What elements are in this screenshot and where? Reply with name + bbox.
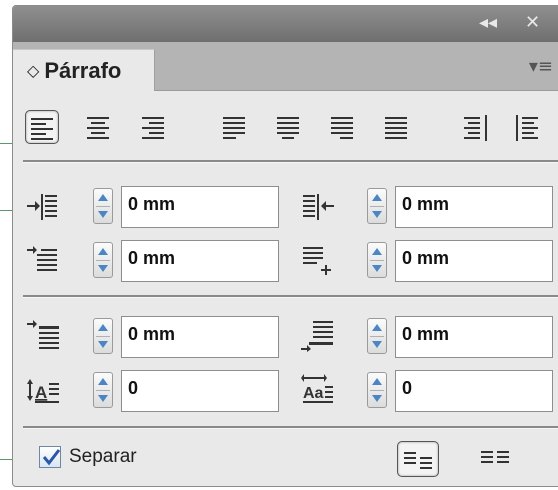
split-column-button[interactable] [475, 441, 517, 477]
panel-titlebar[interactable]: ◂◂ ✕ [13, 6, 558, 42]
svg-text:Aa: Aa [303, 385, 324, 402]
hyphenate-checkbox[interactable] [39, 446, 61, 468]
justify-left-button[interactable] [217, 110, 251, 144]
close-panel-icon[interactable]: ✕ [525, 12, 540, 33]
space-after-input[interactable]: 0 mm [395, 316, 553, 358]
space-before-icon [27, 320, 59, 349]
tab-arrows-icon: ◇ [27, 61, 40, 80]
panel-tab-row: ◇ Párrafo ▾≡ [13, 42, 558, 91]
align-away-from-spine-button[interactable] [511, 110, 545, 144]
separator [23, 295, 558, 298]
right-indent-input[interactable]: 0 mm [395, 186, 553, 228]
hyphenate-label: Separar [69, 446, 137, 467]
align-left-icon [31, 118, 53, 140]
first-line-indent-icon [27, 246, 57, 271]
alignment-toolbar [13, 104, 558, 154]
align-right-button[interactable] [135, 110, 169, 144]
left-indent-input[interactable]: 0 mm [121, 186, 279, 228]
indent-row: 0 mm 0 mm [13, 236, 558, 284]
last-line-indent-icon [303, 247, 331, 275]
justify-right-button[interactable] [325, 110, 359, 144]
tab-parrafo[interactable]: ◇ Párrafo [13, 49, 155, 91]
paragraph-spans-column-icon [404, 452, 432, 469]
spacing-row: 0 mm 0 mm [13, 312, 558, 360]
space-after-stepper[interactable] [367, 318, 387, 354]
justify-left-icon [223, 117, 245, 139]
justify-right-icon [331, 117, 353, 139]
separator [23, 426, 558, 429]
align-toward-spine-button[interactable] [459, 110, 493, 144]
drop-cap-lines-stepper[interactable] [93, 372, 113, 408]
right-indent-icon [303, 194, 334, 220]
drop-cap-chars-icon: Aa [301, 374, 333, 403]
panel-menu-icon[interactable]: ▾≡ [529, 56, 553, 77]
align-toward-spine-icon [464, 115, 487, 141]
drop-cap-chars-input[interactable]: 0 [395, 370, 553, 412]
drop-cap-row: A 0 Aa 0 [13, 366, 558, 414]
left-indent-icon [27, 194, 57, 220]
align-away-from-spine-icon [516, 115, 538, 141]
space-before-input[interactable]: 0 mm [121, 316, 279, 358]
collapse-panel-icon[interactable]: ◂◂ [479, 12, 497, 33]
indent-row: 0 mm 0 mm [13, 182, 558, 230]
separator [23, 160, 558, 163]
justify-center-icon [277, 117, 299, 139]
left-indent-stepper[interactable] [93, 188, 113, 224]
first-line-indent-input[interactable]: 0 mm [121, 240, 279, 282]
align-center-button[interactable] [81, 110, 115, 144]
drop-cap-lines-icon: A [27, 379, 59, 403]
tab-label: Párrafo [44, 57, 122, 83]
justify-all-icon [385, 117, 407, 139]
justify-all-button[interactable] [379, 110, 413, 144]
last-line-indent-stepper[interactable] [367, 242, 387, 278]
split-column-icon [481, 451, 509, 463]
first-line-indent-stepper[interactable] [93, 242, 113, 278]
drop-cap-lines-input[interactable]: 0 [121, 370, 279, 412]
align-center-icon [87, 117, 109, 139]
space-before-stepper[interactable] [93, 318, 113, 354]
right-indent-stepper[interactable] [367, 188, 387, 224]
space-after-icon [301, 321, 333, 352]
svg-text:A: A [35, 383, 47, 402]
single-column-button[interactable] [397, 441, 439, 477]
drop-cap-chars-stepper[interactable] [367, 372, 387, 408]
hyphenation-row: Separar [13, 438, 558, 484]
checkmark-icon [42, 449, 61, 466]
align-right-icon [142, 117, 164, 139]
last-line-indent-input[interactable]: 0 mm [395, 240, 553, 282]
justify-center-button[interactable] [271, 110, 305, 144]
align-left-button[interactable] [25, 110, 59, 144]
paragraph-panel: ◂◂ ✕ ◇ Párrafo ▾≡ 0 mm 0 mm 0 mm 0 mm 0 … [12, 5, 558, 487]
